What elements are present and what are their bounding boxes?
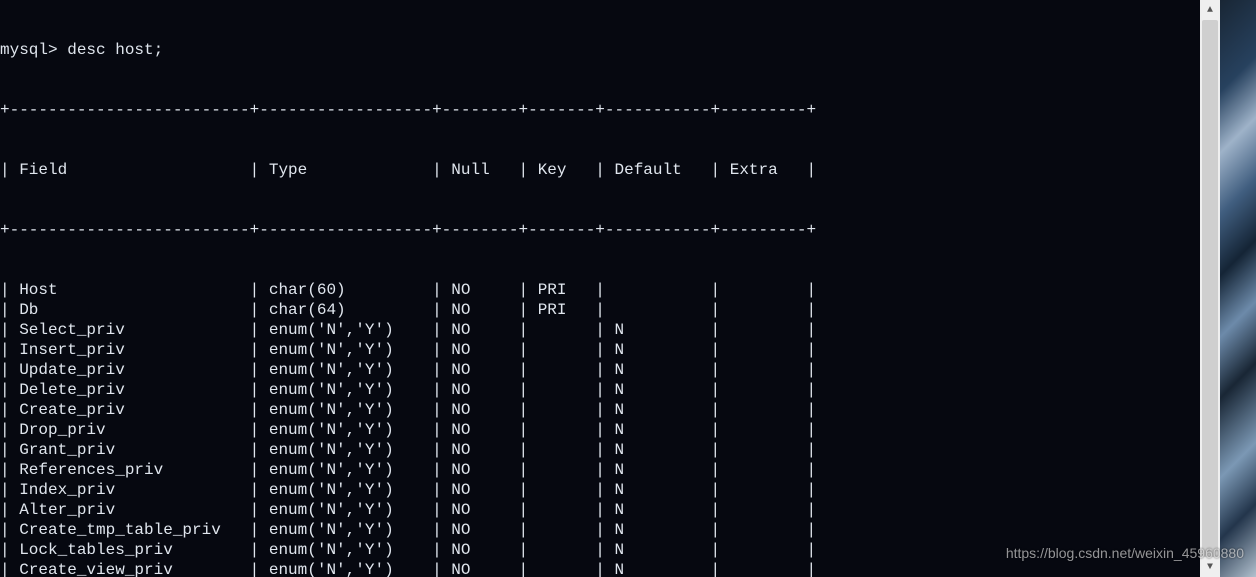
table-row: | References_priv | enum('N','Y') | NO |… bbox=[0, 460, 1200, 480]
table-sep-mid: +-------------------------+-------------… bbox=[0, 220, 1200, 240]
command: desc host; bbox=[67, 41, 163, 59]
table-row: | Grant_priv | enum('N','Y') | NO | | N … bbox=[0, 440, 1200, 460]
table-row: | Select_priv | enum('N','Y') | NO | | N… bbox=[0, 320, 1200, 340]
table-row: | Update_priv | enum('N','Y') | NO | | N… bbox=[0, 360, 1200, 380]
desktop-wallpaper-strip bbox=[1220, 0, 1256, 577]
table-row: | Drop_priv | enum('N','Y') | NO | | N |… bbox=[0, 420, 1200, 440]
table-row: | Create_priv | enum('N','Y') | NO | | N… bbox=[0, 400, 1200, 420]
table-row: | Host | char(60) | NO | PRI | | | bbox=[0, 280, 1200, 300]
table-row: | Delete_priv | enum('N','Y') | NO | | N… bbox=[0, 380, 1200, 400]
table-header-row: | Field | Type | Null | Key | Default | … bbox=[0, 160, 1200, 180]
terminal-output: mysql> desc host; +---------------------… bbox=[0, 0, 1200, 577]
table-row: | Create_tmp_table_priv | enum('N','Y') … bbox=[0, 520, 1200, 540]
table-row: | Insert_priv | enum('N','Y') | NO | | N… bbox=[0, 340, 1200, 360]
watermark-text: https://blog.csdn.net/weixin_45960880 bbox=[1006, 545, 1244, 561]
scrollbar[interactable]: ▲ ▼ bbox=[1200, 0, 1220, 577]
scroll-track[interactable] bbox=[1200, 20, 1220, 557]
scroll-thumb[interactable] bbox=[1202, 20, 1218, 557]
table-row: | Db | char(64) | NO | PRI | | | bbox=[0, 300, 1200, 320]
prompt-line[interactable]: mysql> desc host; bbox=[0, 40, 1200, 60]
prompt: mysql> bbox=[0, 41, 58, 59]
table-sep-top: +-------------------------+-------------… bbox=[0, 100, 1200, 120]
scroll-up-icon[interactable]: ▲ bbox=[1200, 0, 1220, 20]
table-row: | Alter_priv | enum('N','Y') | NO | | N … bbox=[0, 500, 1200, 520]
table-row: | Index_priv | enum('N','Y') | NO | | N … bbox=[0, 480, 1200, 500]
table-row: | Create_view_priv | enum('N','Y') | NO … bbox=[0, 560, 1200, 577]
